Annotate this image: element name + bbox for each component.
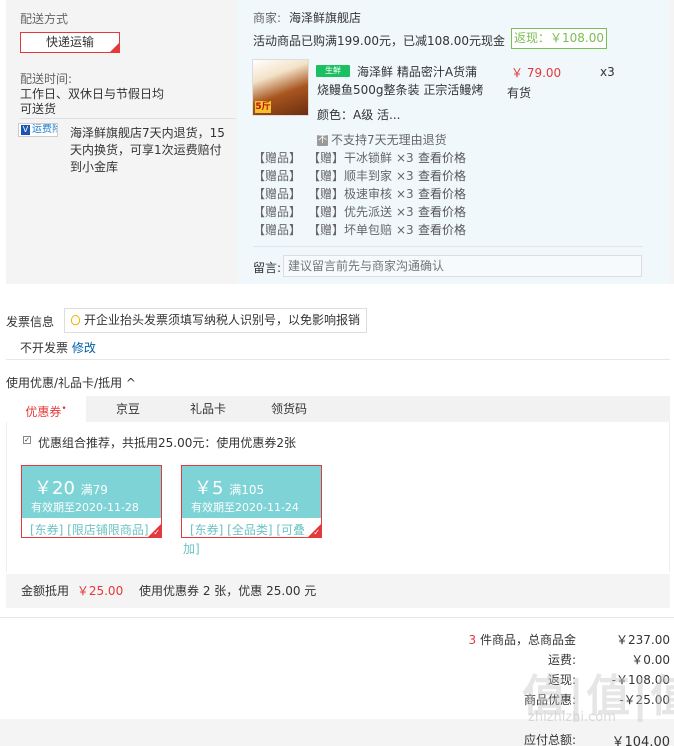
- gift-check-price-link[interactable]: 查看价格: [418, 205, 466, 219]
- pay-total-label: 应付总额:: [523, 733, 576, 746]
- tab-pickup-code[interactable]: 领货码: [252, 396, 326, 422]
- product-image-tag: 5斤: [255, 101, 271, 113]
- gift-list: 【赠品】 【赠】干冰锁鲜 ×3 查看价格 【赠品】 【赠】顺丰到家 ×3 查看价格 【赠品】…: [253, 149, 466, 239]
- gift-row: 【赠品】 【赠】顺丰到家 ×3 查看价格: [253, 169, 467, 183]
- invoice-tip: 开企业抬头发票须填写纳税人识别号，以免影响报销: [64, 308, 368, 333]
- remark-label: 留言:: [253, 261, 282, 275]
- pay-total-value: ￥104.00: [611, 735, 671, 746]
- product-discount-label: 商品优惠:: [523, 693, 576, 707]
- gift-row: 【赠品】 【赠】坏单包赔 ×3 查看价格: [253, 223, 467, 237]
- deduct-summary: 使用优惠券 2 张，优惠 25.00 元: [139, 584, 317, 598]
- fresh-food-badge: 生鲜: [316, 65, 350, 77]
- cashback-badge: 返现：￥108.00: [511, 28, 607, 49]
- coupon-card[interactable]: ￥20 满79 有效期至2020-11-28 [东券] [限店铺限商品] ✓: [21, 465, 162, 538]
- merchant-name: 海泽鲜旗舰店: [289, 11, 362, 25]
- invoice-title: 发票信息: [6, 315, 55, 329]
- discount-title: 使用优惠/礼品卡/抵用: [6, 376, 123, 390]
- product-color-value: A级 活...: [353, 108, 401, 122]
- gift-check-price-link[interactable]: 查看价格: [418, 169, 466, 183]
- invoice-modify-link[interactable]: 修改: [72, 341, 96, 355]
- gift-row: 【赠品】 【赠】优先派送 ×3 查看价格: [253, 205, 467, 219]
- gift-row: 【赠品】 【赠】干冰锁鲜 ×3 查看价格: [253, 151, 467, 165]
- recommend-text: 优惠组合推荐，共抵用25.00元：使用优惠券2张: [38, 436, 296, 450]
- insurance-text-3: 到小金库: [70, 160, 119, 174]
- express-delivery-button[interactable]: 快递运输: [20, 32, 120, 53]
- gift-check-price-link[interactable]: 查看价格: [418, 223, 466, 237]
- insurance-text-2: 天内换货，可享1次运费赔付: [70, 143, 222, 157]
- gift-check-price-link[interactable]: 查看价格: [418, 187, 466, 201]
- summary-divider: [0, 617, 674, 618]
- coupon-amount: ￥5 满105: [194, 478, 265, 499]
- discount-tabs: 优惠券• 京豆 礼品卡 领货码: [6, 396, 670, 422]
- invoice-value: 不开发票: [20, 341, 69, 355]
- selected-corner-icon: [110, 43, 119, 52]
- gift-check-price-link[interactable]: 查看价格: [418, 151, 466, 165]
- recommend-checkbox[interactable]: ✓: [23, 436, 31, 444]
- product-discount-value: -￥25.00: [619, 693, 670, 707]
- insurance-shield-icon: V: [21, 125, 30, 135]
- check-icon: ✓: [153, 528, 160, 537]
- product-quantity: x3: [600, 65, 615, 79]
- product-title-1[interactable]: 海泽鲜 精品密汁A货蒲: [357, 63, 477, 80]
- delivery-time-value-2: 可送货: [20, 102, 57, 116]
- product-color: 颜色：A级 活...: [317, 106, 400, 123]
- tab-coupon[interactable]: 优惠券•: [6, 396, 86, 422]
- cashback-summary-value: -￥108.00: [611, 673, 670, 687]
- delivery-divider: [20, 118, 236, 119]
- merchant-label: 商家:: [253, 11, 282, 25]
- remark-divider: [253, 246, 643, 247]
- items-count-label: 3 件商品，总商品金: [468, 633, 576, 647]
- check-icon: ✓: [313, 528, 320, 537]
- coupon-scope-overflow: 加]: [183, 542, 200, 556]
- invoice-divider: [6, 359, 670, 360]
- tab-jingdou[interactable]: 京豆: [91, 396, 165, 422]
- invoice-tip-text: 开企业抬头发票须填写纳税人识别号，以免影响报销: [84, 313, 361, 327]
- coupon-face: ￥5 满105 有效期至2020-11-24: [182, 466, 321, 518]
- coupon-scope: [东券] [全品类] [可叠: [190, 523, 306, 537]
- coupon-amount: ￥20 满79: [34, 478, 108, 499]
- no-return-icon: 不: [317, 135, 328, 146]
- item-count: 3: [468, 633, 477, 647]
- tab-gift-card[interactable]: 礼品卡: [170, 396, 246, 422]
- remark-input[interactable]: [283, 255, 642, 277]
- freight-insurance-badge: V运费险: [18, 123, 58, 137]
- coupon-face: ￥20 满79 有效期至2020-11-28: [22, 466, 161, 518]
- promo-text: 活动商品已购满199.00元，已减108.00元现金: [253, 34, 505, 48]
- delivery-section-label: 配送方式: [20, 12, 69, 26]
- chevron-up-icon: ^: [125, 376, 136, 390]
- product-color-label: 颜色：: [317, 108, 354, 122]
- insurance-badge-label: 运费险: [32, 124, 57, 135]
- shipping-value: ￥0.00: [631, 653, 670, 667]
- no-return-text: 不支持7天无理由退货: [331, 133, 447, 147]
- coupon-card[interactable]: ￥5 满105 有效期至2020-11-24 [东券] [全品类] [可叠 ✓: [181, 465, 322, 538]
- lightbulb-icon: [71, 315, 80, 325]
- product-stock: 有货: [507, 86, 532, 100]
- discount-section-toggle[interactable]: 使用优惠/礼品卡/抵用 ^: [6, 374, 136, 391]
- cashback-summary-label: 返现:: [547, 673, 576, 687]
- deduct-label: 金额抵用: [21, 584, 70, 598]
- items-total-value: ￥237.00: [616, 633, 670, 647]
- product-price: ￥ 79.00: [511, 66, 562, 80]
- coupon-scope: [东券] [限店铺限商品]: [30, 523, 149, 537]
- insurance-text-1: 海泽鲜旗舰店7天内退货，15: [70, 126, 225, 140]
- coupon-expiry: 有效期至2020-11-24: [191, 501, 299, 514]
- express-delivery-label: 快递运输: [45, 35, 94, 49]
- invoice-value-row: 不开发票 修改: [20, 339, 96, 356]
- product-image[interactable]: 5斤: [252, 59, 309, 116]
- product-title-2[interactable]: 烧鳗鱼500g整条装 正宗活鳗烤: [317, 81, 483, 98]
- no-return-notice: 不不支持7天无理由退货: [317, 131, 447, 148]
- coupon-expiry: 有效期至2020-11-28: [31, 501, 139, 514]
- gift-row: 【赠品】 【赠】极速审核 ×3 查看价格: [253, 187, 467, 201]
- deduct-value: ￥25.00: [76, 584, 124, 598]
- deduction-bar: 金额抵用 ￥25.00 使用优惠券 2 张，优惠 25.00 元: [6, 574, 670, 608]
- shipping-label: 运费:: [547, 653, 576, 667]
